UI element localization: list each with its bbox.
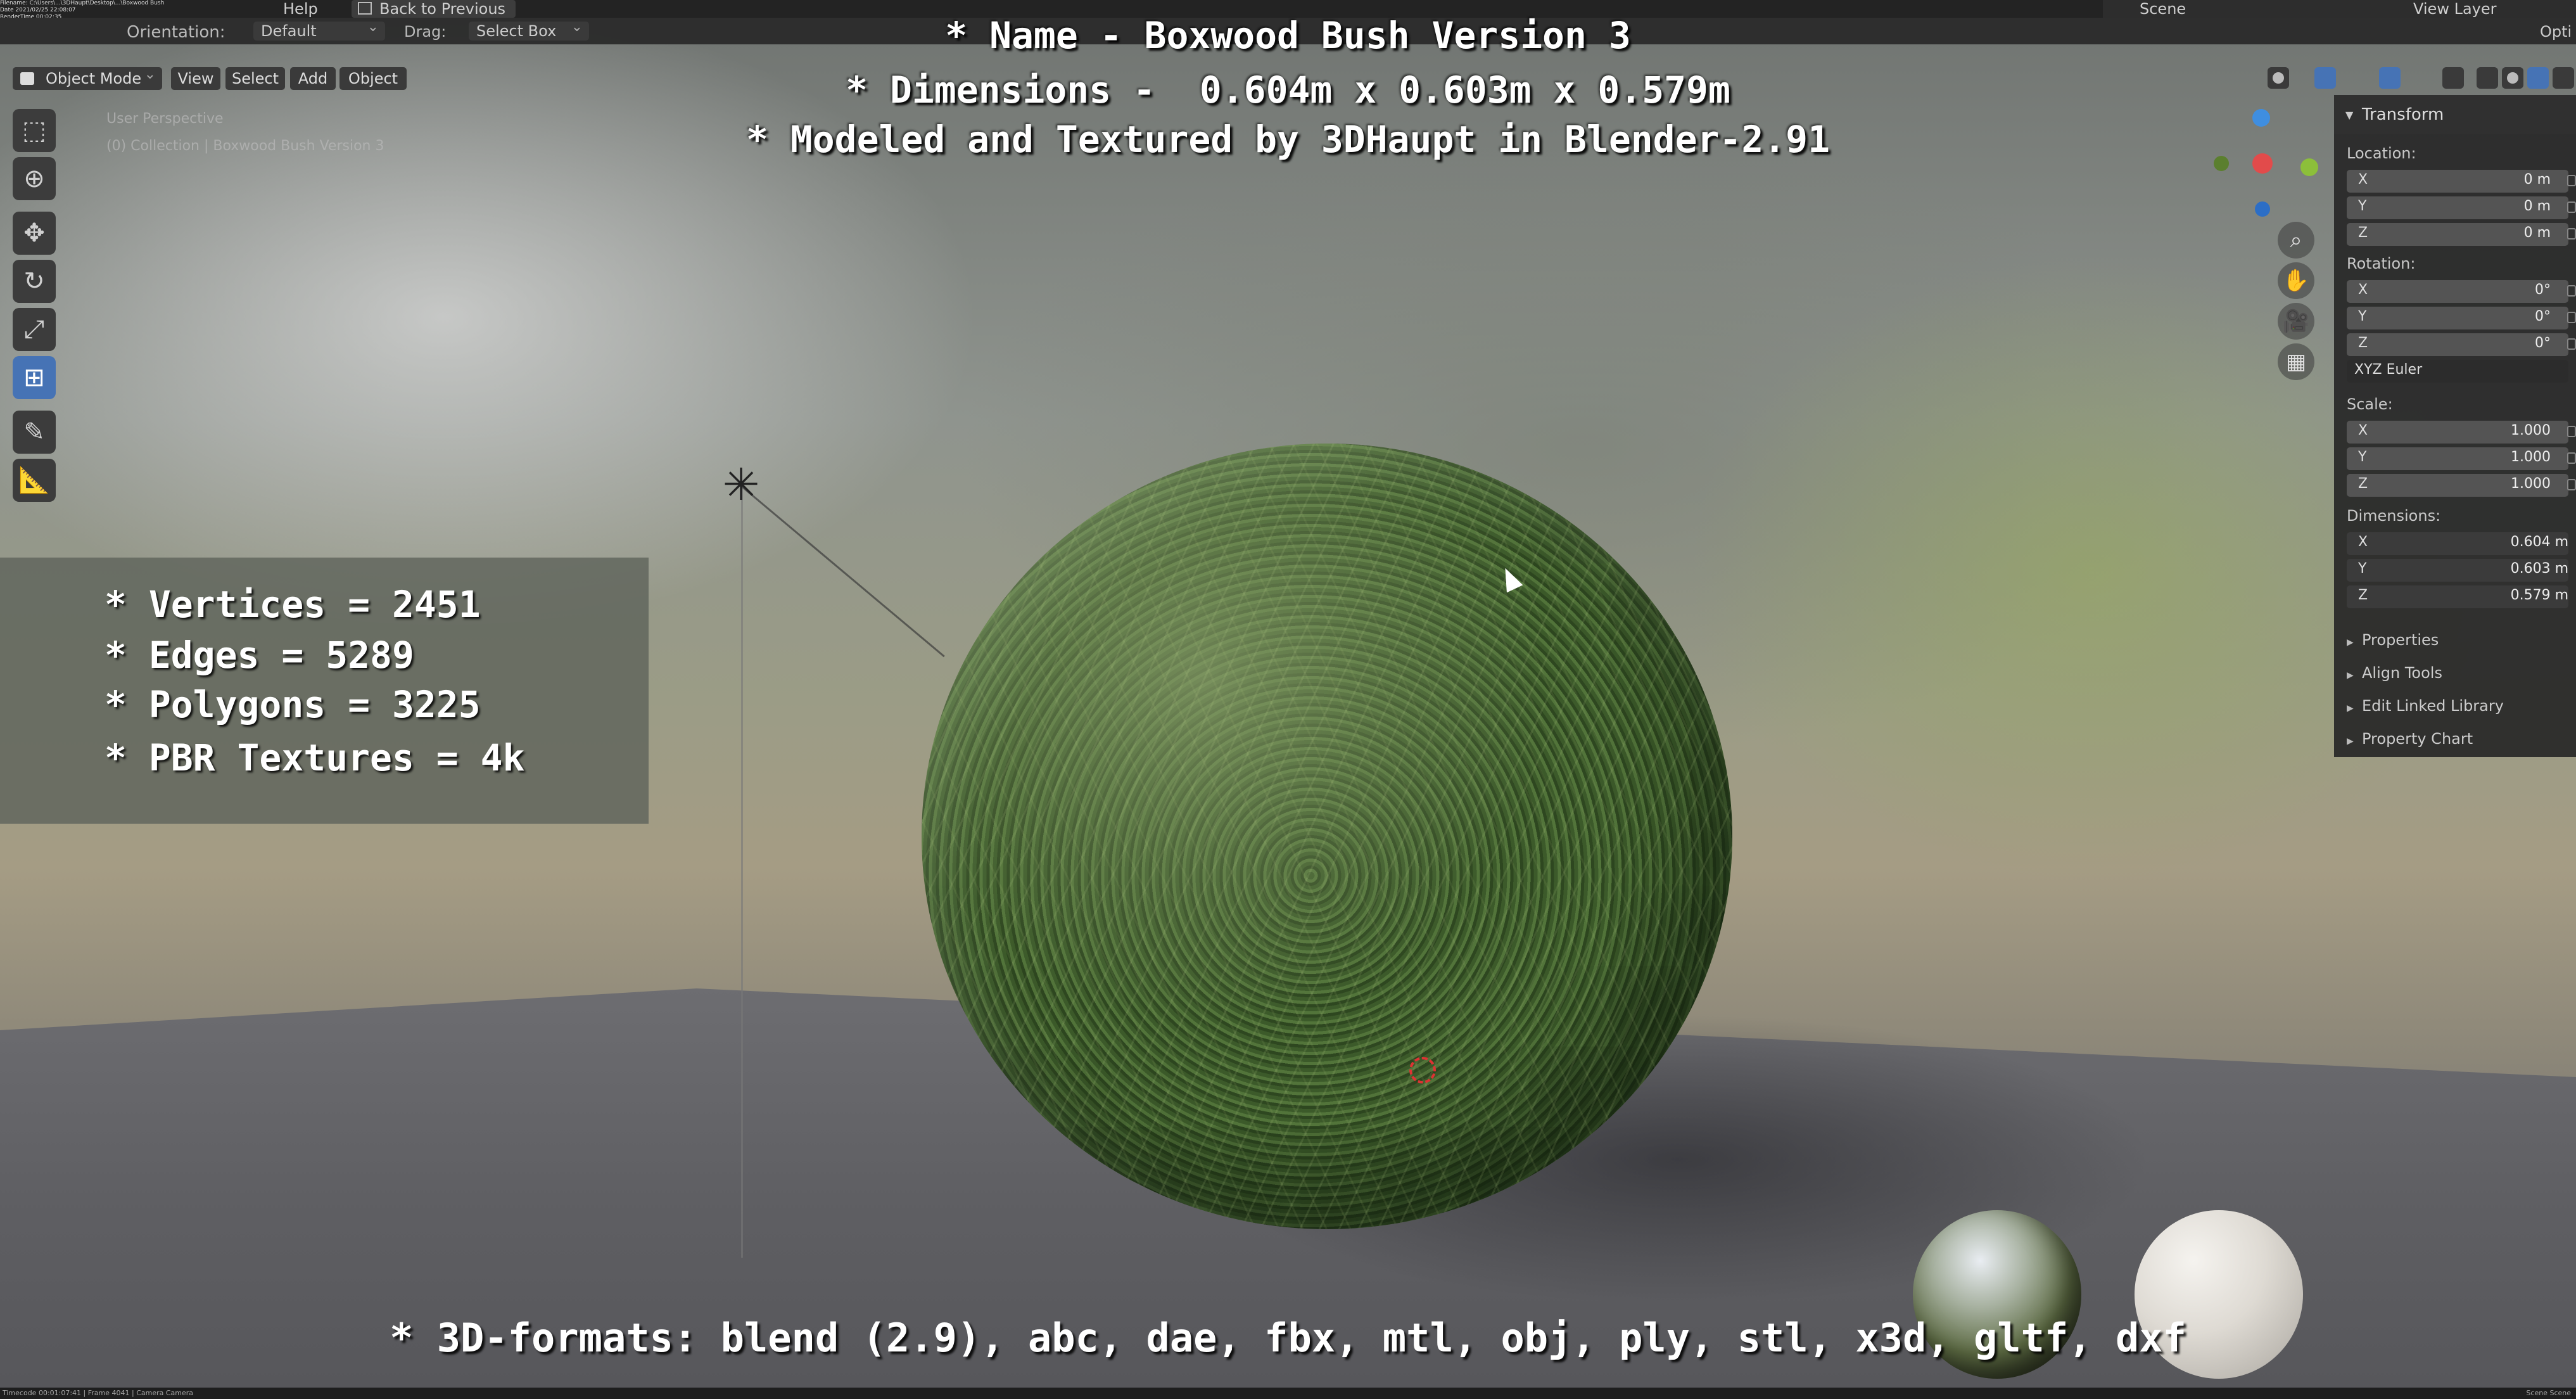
section-label: Edit Linked Library — [2362, 697, 2504, 715]
transform-tool-icon[interactable]: ⊞ — [13, 356, 56, 399]
field-value: 0° — [2535, 335, 2551, 351]
expand-arrow-icon: ▶ — [2347, 637, 2354, 648]
lock-icon[interactable] — [2567, 452, 2576, 464]
lock-icon[interactable] — [2567, 285, 2576, 297]
field-value: 1.000 — [2511, 423, 2551, 438]
stat-polygons: * Polygons = 3225 — [105, 683, 481, 726]
zoom-icon[interactable]: ⌕ — [2278, 222, 2314, 259]
blender-window: ✳ Filename: C:\Users\...\3DHaupt\Desktop… — [0, 0, 2576, 1399]
location-z-field[interactable]: Z 0 m — [2347, 223, 2576, 246]
bush-leaf-texture — [922, 444, 1732, 1229]
section-align-tools[interactable]: ▶ Align Tools — [2347, 664, 2442, 682]
lock-icon[interactable] — [2567, 312, 2576, 323]
cursor-tool-icon[interactable]: ⊕ — [13, 157, 56, 200]
status-bar: Timecode 00:01:07:41 | Frame 4041 | Came… — [0, 1388, 2576, 1399]
move-tool-icon[interactable]: ✥ — [13, 212, 56, 255]
measure-tool-icon[interactable]: 📐 — [13, 459, 56, 502]
field-value: 0° — [2535, 309, 2551, 324]
status-right-text: Scene Scene — [2526, 1389, 2571, 1397]
scale-z-field[interactable]: Z 1.000 — [2347, 474, 2576, 497]
location-label: Location: — [2347, 144, 2416, 162]
location-x-field[interactable]: X 0 m — [2347, 170, 2576, 193]
axis-label: X — [2358, 423, 2368, 438]
lock-icon[interactable] — [2567, 479, 2576, 490]
field-value: 0 m — [2523, 225, 2551, 241]
rotation-x-field[interactable]: X 0° — [2347, 280, 2576, 303]
formats-caption: * 3D-formats: blend (2.9), abc, dae, fbx… — [390, 1315, 2186, 1361]
axis-label: Y — [2358, 198, 2367, 214]
rotation-mode-value: XYZ Euler — [2354, 362, 2423, 378]
light-vertical-line — [741, 485, 743, 1258]
field-value: 0.579 m — [2510, 587, 2568, 603]
axis-label: Y — [2358, 561, 2367, 577]
fullscreen-icon — [358, 2, 372, 15]
3d-cursor-icon — [1409, 1057, 1436, 1083]
field-value: 0° — [2535, 282, 2551, 298]
lock-icon[interactable] — [2567, 426, 2576, 437]
lock-icon[interactable] — [2567, 228, 2576, 240]
dimensions-x-field[interactable]: X 0.604 m — [2347, 532, 2568, 555]
overlay-title-name: * Name - Boxwood Bush Version 3 — [945, 14, 1631, 57]
lock-icon[interactable] — [2567, 175, 2576, 186]
dimensions-z-field[interactable]: Z 0.579 m — [2347, 585, 2568, 608]
rotation-label: Rotation: — [2347, 255, 2416, 272]
axis-label: Z — [2358, 476, 2368, 492]
collapse-arrow-icon: ▼ — [2345, 109, 2354, 121]
stat-vertices: * Vertices = 2451 — [105, 583, 481, 626]
section-label: Align Tools — [2362, 664, 2442, 682]
axis-label: Z — [2358, 335, 2368, 351]
pan-hand-icon[interactable]: ✋ — [2278, 262, 2314, 299]
lock-icon[interactable] — [2567, 338, 2576, 350]
transform-sidebar: ▼ Transform Location: X 0 m Y 0 m Z 0 m Rot… — [2334, 95, 2576, 757]
field-value: 1.000 — [2511, 476, 2551, 492]
field-value: 0 m — [2523, 172, 2551, 188]
field-value: 1.000 — [2511, 449, 2551, 465]
axis-label: Y — [2358, 449, 2367, 465]
dimensions-label: Dimensions: — [2347, 507, 2441, 525]
section-label: Properties — [2362, 631, 2439, 649]
lock-icon[interactable] — [2567, 201, 2576, 213]
field-value: 0.604 m — [2510, 534, 2568, 550]
axis-label: X — [2358, 534, 2368, 550]
annotate-tool-icon[interactable]: ✎ — [13, 411, 56, 454]
scale-tool-icon[interactable]: ⤢ — [13, 308, 56, 351]
rotation-y-field[interactable]: Y 0° — [2347, 307, 2576, 329]
overlay-title-credit: * Modeled and Textured by 3DHaupt in Ble… — [746, 118, 1830, 161]
location-y-field[interactable]: Y 0 m — [2347, 196, 2576, 219]
scale-x-field[interactable]: X 1.000 — [2347, 421, 2576, 444]
axis-label: X — [2358, 282, 2368, 298]
expand-arrow-icon: ▶ — [2347, 736, 2354, 746]
light-object-icon[interactable]: ✳ — [716, 459, 766, 510]
section-properties[interactable]: ▶ Properties — [2347, 631, 2439, 649]
transform-panel-title: Transform — [2362, 105, 2444, 124]
transform-panel-header[interactable]: ▼ Transform — [2334, 95, 2576, 134]
mesh-stats-panel: * Vertices = 2451 * Edges = 5289 * Polyg… — [0, 558, 649, 824]
section-label: Property Chart — [2362, 730, 2473, 748]
scale-y-field[interactable]: Y 1.000 — [2347, 447, 2576, 470]
camera-view-icon[interactable]: 🎥 — [2278, 303, 2314, 340]
axis-label: Z — [2358, 587, 2368, 603]
axis-label: Y — [2358, 309, 2367, 324]
gizmo-y-axis-icon[interactable] — [2300, 158, 2318, 176]
axis-label: Z — [2358, 225, 2368, 241]
scale-label: Scale: — [2347, 395, 2393, 413]
rotation-mode-dropdown[interactable]: XYZ Euler — [2347, 360, 2568, 383]
overlay-title-dimensions: * Dimensions - 0.604m x 0.603m x 0.579m — [846, 68, 1730, 112]
expand-arrow-icon: ▶ — [2347, 703, 2354, 713]
section-property-chart[interactable]: ▶ Property Chart — [2347, 730, 2473, 748]
rotate-tool-icon[interactable]: ↻ — [13, 260, 56, 303]
field-value: 0 m — [2523, 198, 2551, 214]
gizmo-neg-z-icon[interactable] — [2255, 201, 2270, 217]
dimensions-y-field[interactable]: Y 0.603 m — [2347, 559, 2568, 582]
section-edit-linked-library[interactable]: ▶ Edit Linked Library — [2347, 697, 2504, 715]
ortho-grid-icon[interactable]: ▦ — [2278, 343, 2314, 380]
expand-arrow-icon: ▶ — [2347, 670, 2354, 680]
stat-edges: * Edges = 5289 — [105, 634, 414, 677]
axis-label: X — [2358, 172, 2368, 188]
status-left-text: Timecode 00:01:07:41 | Frame 4041 | Came… — [3, 1389, 194, 1397]
rotation-z-field[interactable]: Z 0° — [2347, 333, 2576, 356]
field-value: 0.603 m — [2510, 561, 2568, 577]
stat-textures: * PBR Textures = 4k — [105, 736, 525, 779]
